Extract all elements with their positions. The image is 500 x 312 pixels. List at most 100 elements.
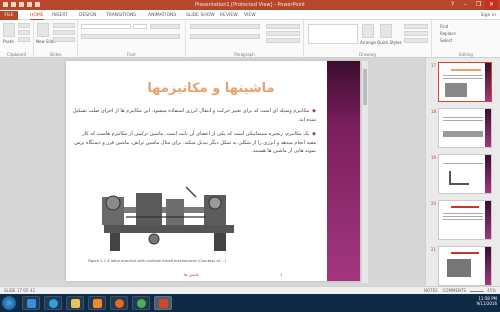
paste-icon[interactable] <box>3 23 15 37</box>
thumbnail-21[interactable]: 21 <box>428 246 498 286</box>
current-slide[interactable]: ماشینها و مکانیزمها ◆مکانیزم وسیله ای اس… <box>66 61 360 281</box>
thumbnail-17[interactable]: 17 <box>428 62 498 102</box>
taskbar-internet-explorer[interactable] <box>22 296 40 310</box>
scrollbar-thumb[interactable] <box>363 69 367 105</box>
copy-icon[interactable] <box>18 30 30 35</box>
lathe-machine-image[interactable] <box>96 173 248 255</box>
taskbar-chrome[interactable] <box>132 296 150 310</box>
taskbar-firefox[interactable] <box>110 296 128 310</box>
thumbnail-text-line <box>443 78 483 79</box>
thumbnail-slide-preview[interactable] <box>438 62 492 102</box>
folder-icon <box>71 299 80 308</box>
start-button[interactable] <box>2 296 16 310</box>
alignment-buttons[interactable] <box>190 34 260 39</box>
thumbnail-band <box>485 247 491 285</box>
tab-file[interactable]: FILE <box>0 11 18 20</box>
redo-icon[interactable] <box>27 2 32 7</box>
firefox-icon <box>115 299 124 308</box>
save-icon[interactable] <box>11 2 16 7</box>
thumbnail-title-line <box>451 69 481 71</box>
clock-date[interactable]: 9/11/2016 <box>437 301 497 306</box>
replace-button[interactable]: Replace <box>440 31 456 36</box>
zoom-slider[interactable] <box>470 290 484 292</box>
thumbnail-18[interactable]: 18 <box>428 108 498 148</box>
group-drawing: Arrange Quick Styles Drawing <box>304 20 432 58</box>
taskbar-file-explorer[interactable] <box>66 296 84 310</box>
slide-footer-text: ماشین ها <box>184 272 199 277</box>
undo-icon[interactable] <box>19 2 24 7</box>
bullet-dot-icon: ◆ <box>312 108 316 114</box>
chrome-icon <box>137 299 146 308</box>
thumbnail-slide-preview[interactable] <box>438 108 492 148</box>
tab-slide-show[interactable]: SLIDE SHOW <box>186 11 215 20</box>
tab-animations[interactable]: ANIMATIONS <box>148 11 176 20</box>
shape-fill-icon[interactable] <box>404 24 428 29</box>
thumbnail-slide-preview[interactable] <box>438 246 492 286</box>
start-from-beginning-icon[interactable] <box>35 2 40 7</box>
zoom-level[interactable]: 45% <box>487 288 496 293</box>
notes-button[interactable]: NOTES <box>424 288 438 293</box>
text-direction-icon[interactable] <box>266 24 300 29</box>
find-button[interactable]: Find <box>440 24 448 29</box>
taskbar-media-player[interactable] <box>88 296 106 310</box>
list-indent-buttons[interactable] <box>190 24 260 29</box>
select-button[interactable]: Select <box>440 38 452 43</box>
group-label-paragraph: Paragraph <box>234 52 255 57</box>
comments-button[interactable]: COMMENTS <box>443 288 466 293</box>
cut-icon[interactable] <box>18 23 30 28</box>
close-button[interactable]: ✕ <box>485 0 498 10</box>
slide-thumbnails-panel: 17 18 19 20 21 <box>425 58 500 286</box>
tab-design[interactable]: DESIGN <box>79 11 96 20</box>
restore-button[interactable]: ❐ <box>472 0 485 10</box>
slide-editing-area: ماشینها و مکانیزمها ◆مکانیزم وسیله ای اس… <box>0 58 500 286</box>
shape-effects-icon[interactable] <box>404 38 428 43</box>
font-size-field[interactable] <box>133 24 147 29</box>
section-icon[interactable] <box>53 37 75 42</box>
arrange-label: Arrange <box>360 40 376 45</box>
slide-vertical-scrollbar[interactable] <box>362 61 368 283</box>
shapes-gallery[interactable] <box>308 24 358 44</box>
help-button[interactable]: ? <box>446 0 459 10</box>
sign-in-link[interactable]: Sign in <box>481 11 496 20</box>
tab-transitions[interactable]: TRANSITIONS <box>106 11 136 20</box>
bullet-dot-icon: ◆ <box>312 131 316 137</box>
tab-home[interactable]: HOME <box>30 11 44 20</box>
thumbnail-title-line <box>451 252 479 254</box>
grow-shrink-font-icon[interactable] <box>150 24 180 29</box>
taskbar-telegram[interactable] <box>44 296 62 310</box>
layout-icon[interactable] <box>53 23 75 28</box>
tab-review[interactable]: REVIEW <box>220 11 238 20</box>
slide-title[interactable]: ماشینها و مکانیزمها <box>116 81 306 96</box>
font-name-field[interactable] <box>81 24 131 29</box>
slide-decorative-band <box>327 61 360 281</box>
thumbnail-slide-preview[interactable] <box>438 200 492 240</box>
taskbar-powerpoint[interactable] <box>154 296 172 310</box>
quick-styles-icon[interactable] <box>380 24 392 38</box>
thumbnail-image <box>445 83 467 97</box>
thumbnail-19[interactable]: 19 <box>428 154 498 194</box>
thumbnail-number: 18 <box>430 109 436 114</box>
thumbnail-slide-preview[interactable] <box>438 154 492 194</box>
thumbnail-text-line <box>443 163 483 164</box>
font-formatting-buttons[interactable] <box>81 34 180 39</box>
convert-smartart-icon[interactable] <box>266 38 300 43</box>
bullet-2[interactable]: ◆یک مکانیزم، زنجیره سینماتیکی است که یکی… <box>72 130 316 156</box>
thumbnail-band <box>485 109 491 147</box>
thumbnail-text-line <box>443 219 483 220</box>
tab-insert[interactable]: INSERT <box>52 11 68 20</box>
shape-outline-icon[interactable] <box>404 31 428 36</box>
tab-view[interactable]: VIEW <box>244 11 256 20</box>
format-painter-icon[interactable] <box>18 37 30 42</box>
group-paragraph: Paragraph <box>186 20 304 58</box>
group-slides: New Slide Slides <box>34 20 78 58</box>
arrange-icon[interactable] <box>362 24 374 38</box>
bullet-1-text: مکانیزم وسیله ای است که برای تغییر حرکت … <box>72 108 316 123</box>
status-right-items: NOTES COMMENTS <box>424 288 466 293</box>
minimize-button[interactable]: – <box>459 0 472 10</box>
thumbnail-text-line <box>443 117 483 118</box>
new-slide-icon[interactable] <box>37 23 49 37</box>
reset-icon[interactable] <box>53 30 75 35</box>
thumbnail-20[interactable]: 20 <box>428 200 498 240</box>
bullet-1[interactable]: ◆مکانیزم وسیله ای است که برای تغییر حرکت… <box>72 107 316 124</box>
align-text-icon[interactable] <box>266 31 300 36</box>
